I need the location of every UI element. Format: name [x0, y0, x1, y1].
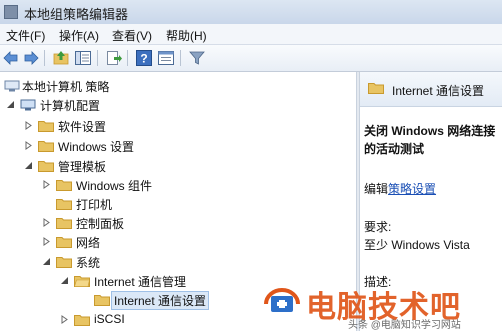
tree-node-windows-settings[interactable]: Windows 设置 — [24, 137, 324, 155]
watermark-subtext: 头条 @电脑知识学习网站 — [348, 320, 461, 331]
collapsed-arrow-icon[interactable] — [42, 237, 51, 246]
folder-icon — [56, 257, 72, 268]
title-bar: 本地组策略编辑器 — [0, 0, 502, 25]
tree-label: 软件设置 — [58, 120, 107, 134]
edit-policy-line: 编辑策略设置 — [364, 180, 436, 197]
collapsed-arrow-icon[interactable] — [60, 315, 69, 324]
folder-icon — [368, 83, 384, 94]
folder-icon — [56, 199, 72, 210]
requirements-value: 至少 Windows Vista — [364, 238, 470, 252]
tree-label: 网络 — [76, 236, 101, 250]
toolbar-separator — [180, 50, 181, 66]
tree-node-iscsi[interactable]: iSCSI — [60, 311, 260, 329]
tree-node-internet-comm-settings[interactable]: Internet 通信设置 — [80, 291, 280, 310]
properties-icon[interactable] — [157, 49, 175, 67]
collapsed-arrow-icon[interactable] — [24, 141, 33, 150]
toolbar-separator — [127, 50, 128, 66]
export-list-icon[interactable] — [105, 49, 123, 67]
tree-node-system[interactable]: 系统 — [42, 253, 332, 271]
toolbar-separator — [44, 50, 45, 66]
folder-icon — [74, 315, 90, 326]
expanded-arrow-icon[interactable] — [6, 100, 15, 109]
folder-icon — [38, 161, 54, 172]
menu-action[interactable]: 操作(A) — [59, 27, 99, 44]
tree-node-software-settings[interactable]: 软件设置 — [24, 117, 324, 135]
tree-node-admin-templates[interactable]: 管理模板 — [24, 157, 324, 175]
edit-policy-link[interactable]: 策略设置 — [388, 182, 436, 196]
folder-icon — [38, 141, 54, 152]
menu-view[interactable]: 查看(V) — [112, 27, 152, 44]
folder-icon — [56, 180, 72, 191]
tree-label: 管理模板 — [58, 160, 107, 174]
collapsed-arrow-icon[interactable] — [42, 180, 51, 189]
svg-text:?: ? — [140, 52, 147, 66]
app-icon — [4, 5, 18, 19]
help-icon[interactable]: ? — [135, 49, 153, 67]
policy-title: 关闭 Windows 网络连接 — [364, 124, 496, 138]
collapsed-arrow-icon[interactable] — [24, 121, 33, 130]
window-title: 本地组策略编辑器 — [24, 7, 129, 22]
expanded-arrow-icon[interactable] — [24, 161, 33, 170]
computer-icon — [20, 99, 36, 111]
folder-open-icon — [74, 276, 90, 287]
tree-label: 计算机配置 — [40, 99, 101, 113]
tree-node-local-computer-policy[interactable]: 本地计算机 策略 — [4, 77, 344, 95]
up-folder-icon[interactable] — [52, 49, 70, 67]
tree-label: Internet 通信管理 — [94, 275, 187, 289]
tree-node-network[interactable]: 网络 — [42, 233, 332, 251]
filter-icon[interactable] — [188, 49, 206, 67]
folder-icon — [56, 237, 72, 248]
forward-arrow-icon[interactable] — [22, 49, 40, 67]
tree-label: 打印机 — [76, 198, 113, 212]
toolbar-separator — [97, 50, 98, 66]
collapsed-arrow-icon[interactable] — [42, 218, 51, 227]
expanded-arrow-icon[interactable] — [60, 276, 69, 285]
tree-node-windows-components[interactable]: Windows 组件 — [42, 176, 332, 194]
tree-label: 本地计算机 策略 — [22, 80, 110, 94]
policy-title-cont: 的活动测试 — [364, 142, 425, 156]
tree-node-printers[interactable]: 打印机 — [42, 195, 332, 213]
menu-help[interactable]: 帮助(H) — [166, 27, 207, 44]
tree-label-selected: Internet 通信设置 — [110, 291, 210, 310]
tree-label: Windows 组件 — [76, 179, 153, 193]
folder-icon — [94, 295, 110, 306]
expanded-arrow-icon[interactable] — [42, 257, 51, 266]
tree-node-control-panel[interactable]: 控制面板 — [42, 214, 332, 232]
menu-file[interactable]: 文件(F) — [6, 27, 45, 44]
toolbar: ? — [0, 45, 502, 72]
tree-label: Windows 设置 — [58, 140, 135, 154]
tree-label: iSCSI — [94, 312, 125, 326]
back-arrow-icon[interactable] — [2, 49, 20, 67]
tree-label: 控制面板 — [76, 217, 125, 231]
menu-bar: 文件(F) 操作(A) 查看(V) 帮助(H) — [0, 24, 502, 45]
detail-header-title: Internet 通信设置 — [392, 84, 485, 98]
folder-icon — [38, 121, 54, 132]
requirements-label: 要求: — [364, 220, 392, 234]
detail-header: Internet 通信设置 — [360, 72, 502, 107]
tree-label: 系统 — [76, 256, 101, 270]
tree-node-computer-config[interactable]: 计算机配置 — [6, 96, 336, 114]
folder-icon — [56, 218, 72, 229]
watermark-logo-icon — [264, 288, 300, 312]
watermark: 电脑技术吧 头条 @电脑知识学习网站 — [262, 282, 502, 331]
edit-prefix: 编辑 — [364, 182, 389, 196]
show-hide-tree-icon[interactable] — [74, 49, 92, 67]
policy-computer-icon — [4, 80, 20, 92]
